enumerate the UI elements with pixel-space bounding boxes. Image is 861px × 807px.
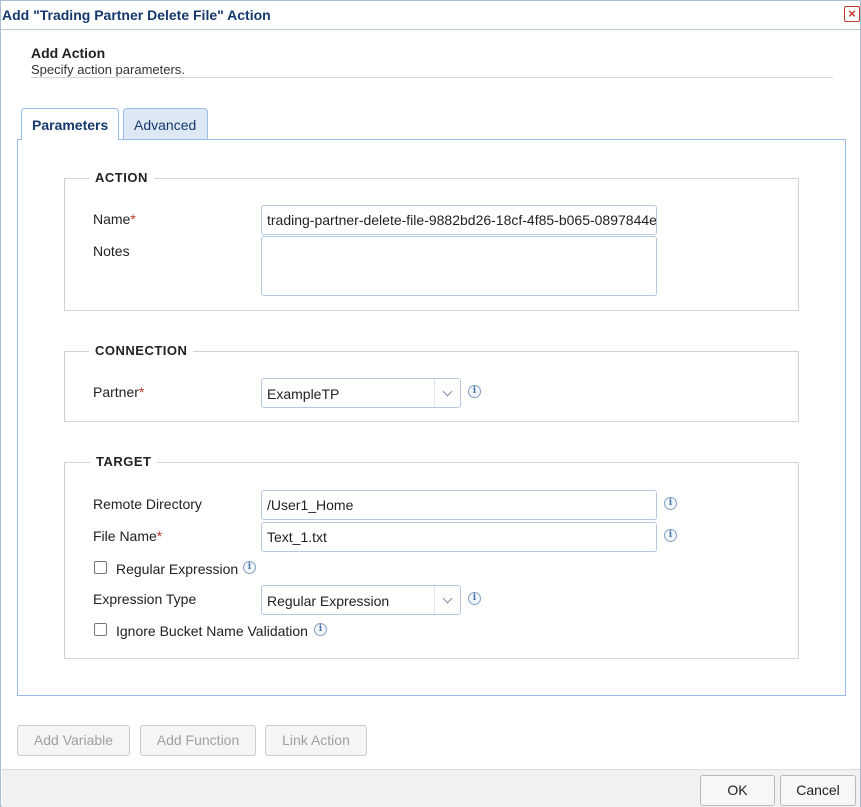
add-function-button[interactable]: Add Function — [140, 725, 256, 756]
dialog: Add "Trading Partner Delete File" Action… — [0, 0, 861, 807]
action-legend: ACTION — [89, 170, 154, 185]
expression-type-select[interactable]: Regular Expression — [261, 585, 461, 615]
ignore-bucket-checkbox[interactable] — [94, 623, 107, 636]
info-icon[interactable]: i — [468, 385, 481, 398]
remote-directory-input[interactable]: /User1_Home — [261, 490, 657, 520]
connection-group: CONNECTION Partner* ExampleTP i — [64, 343, 799, 422]
notes-label: Notes — [93, 243, 130, 259]
link-action-button[interactable]: Link Action — [265, 725, 367, 756]
partner-label-text: Partner — [93, 384, 139, 400]
info-icon[interactable]: i — [664, 529, 677, 542]
partner-select[interactable]: ExampleTP — [261, 378, 461, 408]
tab-parameters[interactable]: Parameters — [21, 108, 119, 140]
close-icon[interactable]: × — [844, 6, 860, 22]
file-name-input[interactable]: Text_1.txt — [261, 522, 657, 552]
regular-expression-checkbox[interactable] — [94, 561, 107, 574]
regular-expression-label: Regular Expression — [116, 561, 239, 577]
ignore-bucket-label: Ignore Bucket Name Validation — [116, 623, 308, 639]
chevron-down-icon[interactable] — [434, 379, 460, 407]
target-group: TARGET Remote Directory /User1_Home i Fi… — [64, 454, 799, 659]
tab-advanced[interactable]: Advanced — [123, 108, 208, 140]
name-label-text: Name — [93, 211, 131, 227]
info-icon[interactable]: i — [243, 561, 256, 574]
file-name-label-text: File Name — [93, 528, 157, 544]
cancel-button[interactable]: Cancel — [780, 775, 856, 806]
dialog-footer: OK Cancel — [2, 769, 860, 807]
partner-select-value: ExampleTP — [267, 386, 340, 402]
header-subtitle: Specify action parameters. — [31, 62, 185, 77]
remote-directory-label: Remote Directory — [93, 496, 202, 512]
name-input[interactable]: trading-partner-delete-file-9882bd26-18c… — [261, 205, 657, 235]
action-group: ACTION Name* trading-partner-delete-file… — [64, 170, 799, 311]
expression-type-value: Regular Expression — [267, 593, 390, 609]
name-label: Name* — [93, 211, 136, 227]
required-marker: * — [156, 528, 163, 544]
info-icon[interactable]: i — [314, 623, 327, 636]
dialog-header: Add Action Specify action parameters. — [31, 45, 833, 77]
notes-textarea[interactable] — [261, 236, 657, 296]
required-marker: * — [138, 384, 145, 400]
ok-button[interactable]: OK — [700, 775, 775, 806]
dialog-title: Add "Trading Partner Delete File" Action — [2, 7, 271, 23]
parameters-panel: ACTION Name* trading-partner-delete-file… — [17, 139, 846, 696]
info-icon[interactable]: i — [468, 592, 481, 605]
header-divider — [31, 77, 833, 78]
expression-type-label: Expression Type — [93, 591, 197, 607]
required-marker: * — [130, 211, 136, 227]
file-name-label: File Name* — [93, 528, 162, 544]
connection-legend: CONNECTION — [89, 343, 194, 358]
target-legend: TARGET — [90, 454, 158, 469]
add-variable-button[interactable]: Add Variable — [17, 725, 130, 756]
header-title: Add Action — [31, 45, 106, 61]
partner-label: Partner* — [93, 384, 144, 400]
chevron-down-icon[interactable] — [434, 586, 460, 614]
dialog-titlebar: Add "Trading Partner Delete File" Action… — [1, 1, 860, 30]
info-icon[interactable]: i — [664, 497, 677, 510]
